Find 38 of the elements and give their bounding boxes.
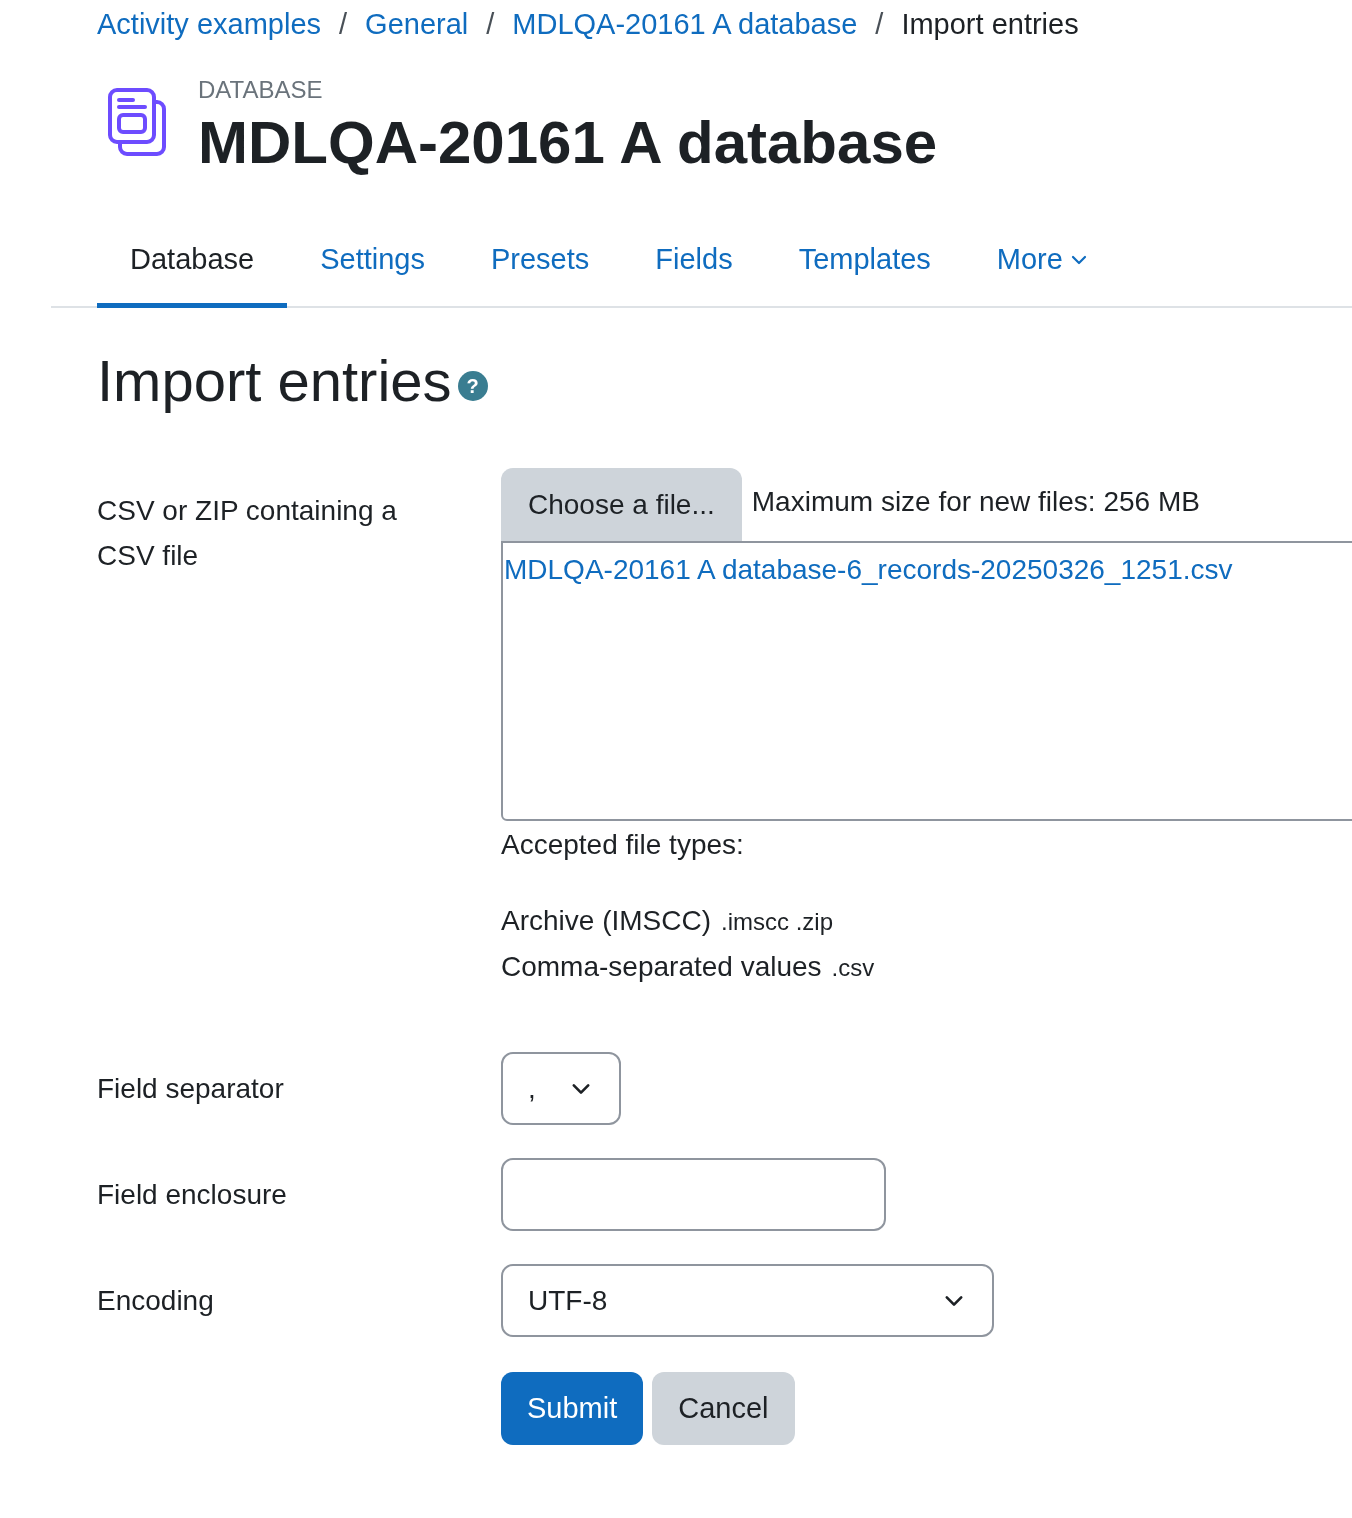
- activity-type-label: DATABASE: [198, 76, 324, 104]
- chevron-down-icon: [571, 1082, 591, 1095]
- nav-tab[interactable]: Presets: [457, 216, 623, 308]
- nav-tab[interactable]: Database: [97, 216, 288, 308]
- help-icon[interactable]: ?: [457, 371, 488, 401]
- breadcrumb-separator: /: [486, 7, 495, 43]
- file-type-name: Archive (IMSCC): [501, 904, 711, 938]
- file-extensions: .imscc .zip: [721, 907, 834, 937]
- breadcrumb-separator: /: [339, 7, 348, 43]
- breadcrumb-separator: /: [875, 7, 884, 43]
- nav-tab[interactable]: Settings: [287, 216, 458, 308]
- breadcrumb-link[interactable]: Activity examples: [97, 3, 321, 47]
- field-label: CSV or ZIP containing a CSV file: [97, 494, 398, 573]
- choose-file-button[interactable]: Choose a file...: [501, 468, 742, 541]
- cancel-button[interactable]: Cancel: [652, 1372, 795, 1445]
- field-label: Field separator: [97, 1071, 285, 1106]
- file-link[interactable]: MDLQA-20161 A database-6_records-20250326_1251.csv: [504, 549, 1352, 591]
- page-header-title: MDLQA-20161 A database: [198, 110, 938, 176]
- page-title: Import entries: [97, 347, 452, 415]
- file-extensions: .csv: [831, 953, 875, 983]
- nav-tab[interactable]: More: [963, 216, 1120, 308]
- nav-tab[interactable]: Templates: [765, 216, 964, 308]
- file-type-name: Comma-separated values: [501, 950, 822, 984]
- input-field[interactable]: [501, 1158, 886, 1231]
- field-label: Encoding: [97, 1283, 215, 1318]
- submit-button[interactable]: Submit: [501, 1372, 644, 1445]
- breadcrumb-current: Import entries: [901, 7, 1079, 43]
- max-size-text: Maximum size for new files: 256 MB: [751, 484, 1200, 519]
- field-label: Field enclosure: [97, 1177, 288, 1212]
- breadcrumb-link[interactable]: MDLQA-20161 A database: [512, 3, 858, 47]
- chevron-down-icon: [944, 1294, 964, 1307]
- file-drop-area[interactable]: MDLQA-20161 A database-6_records-20250326_1251.csv: [501, 541, 1352, 821]
- breadcrumb-link[interactable]: General: [365, 3, 469, 47]
- select-field[interactable]: ,: [501, 1052, 621, 1125]
- database-icon: [108, 88, 166, 156]
- select-field[interactable]: UTF-8: [501, 1264, 994, 1337]
- nav-tab[interactable]: Fields: [622, 216, 766, 308]
- accepted-types-label: Accepted file types:: [501, 828, 745, 862]
